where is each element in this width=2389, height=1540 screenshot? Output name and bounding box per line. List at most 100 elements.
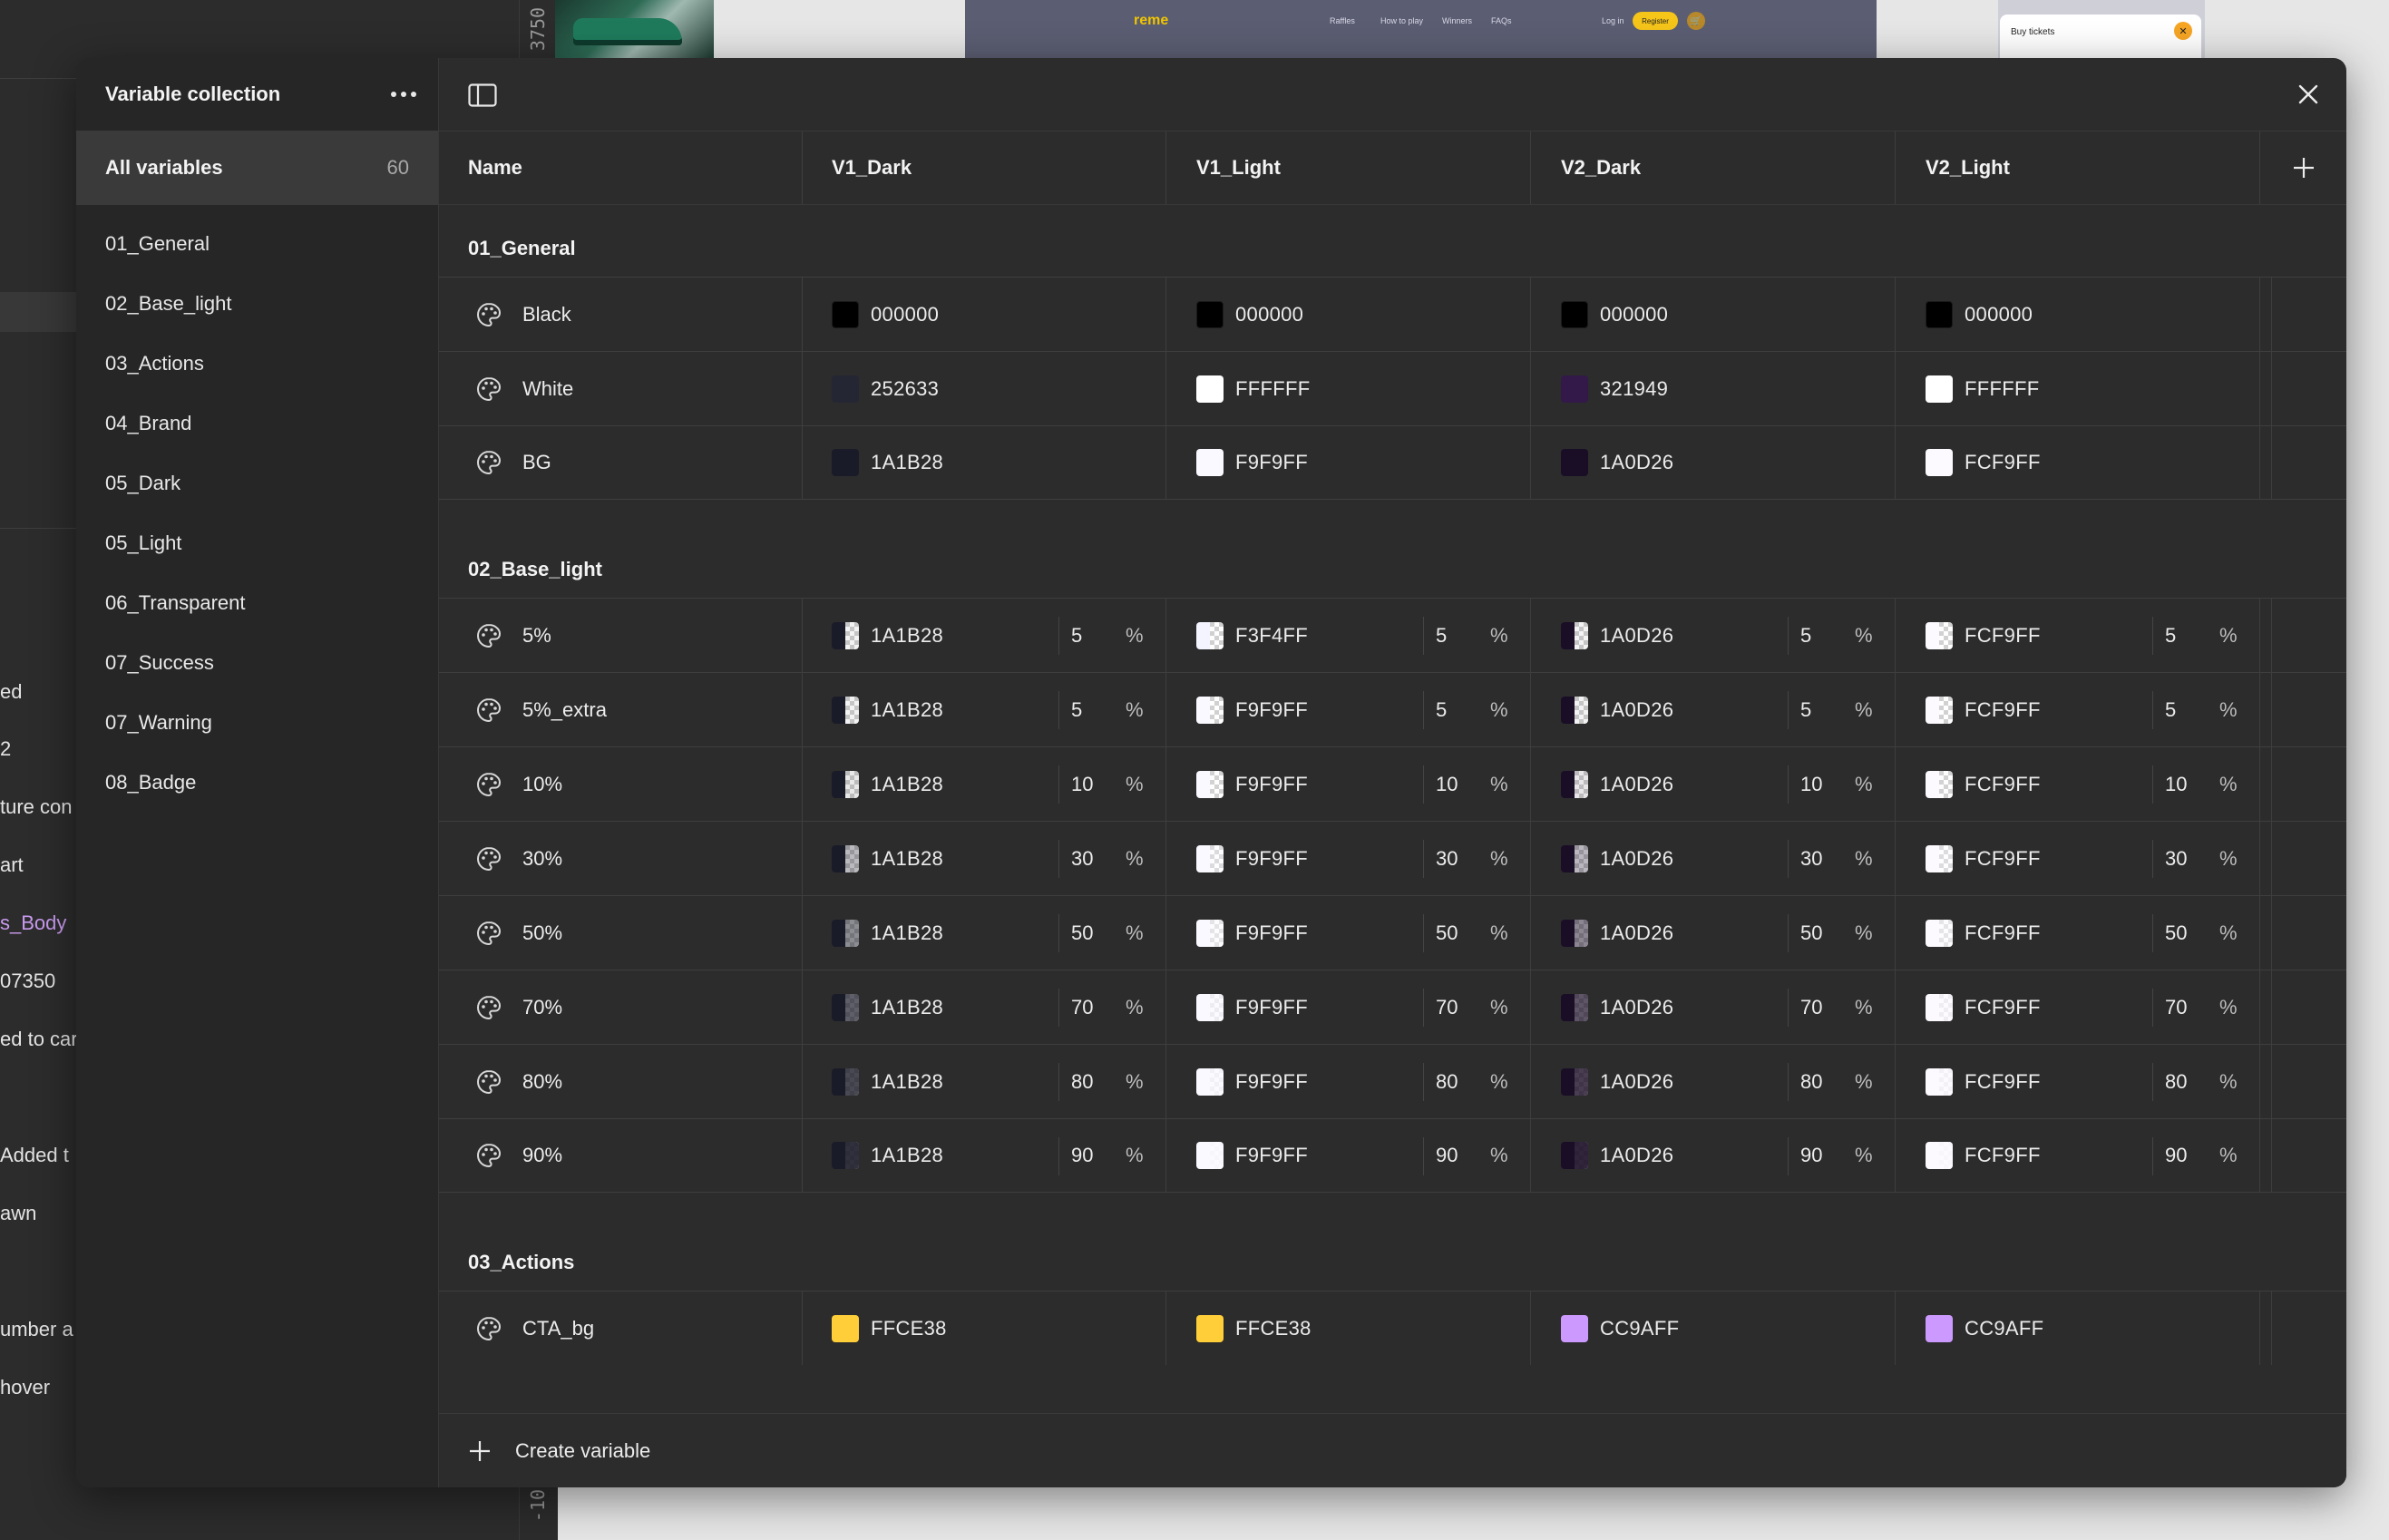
variable-value-cell[interactable]: FCF9FF 5%	[1897, 599, 2260, 672]
opacity-value[interactable]: 30	[2165, 847, 2187, 871]
variable-value-cell[interactable]: 1A0D26 70%	[1532, 970, 1896, 1044]
variable-value-cell[interactable]: 1A0D26	[1532, 426, 1896, 499]
add-mode-button[interactable]	[2261, 132, 2346, 204]
variable-name-cell[interactable]: Black	[439, 278, 803, 351]
variable-value-cell[interactable]: F9F9FF 50%	[1167, 896, 1531, 970]
sidebar-item-01-general[interactable]: 01_General	[76, 214, 438, 274]
variable-value-cell[interactable]: 1A0D26 5%	[1532, 599, 1896, 672]
hex-value[interactable]: F9F9FF	[1235, 1144, 1308, 1167]
sidebar-item-04-brand[interactable]: 04_Brand	[76, 394, 438, 453]
opacity-value[interactable]: 5	[1800, 624, 1811, 648]
hex-value[interactable]: F9F9FF	[1235, 921, 1308, 945]
variable-value-cell[interactable]: 1A1B28 5%	[803, 673, 1166, 746]
variable-name-cell[interactable]: CTA_bg	[439, 1291, 803, 1365]
hex-value[interactable]: 1A1B28	[871, 847, 943, 871]
variable-name-cell[interactable]: 10%	[439, 747, 803, 821]
variable-row[interactable]: CTA_bg FFCE38 FFCE38 CC9AFF CC9AFF	[439, 1291, 2346, 1365]
hex-value[interactable]: FCF9FF	[1965, 1070, 2041, 1094]
variable-name-cell[interactable]: 50%	[439, 896, 803, 970]
variable-value-cell[interactable]: FCF9FF 10%	[1897, 747, 2260, 821]
variable-value-cell[interactable]: 1A0D26 80%	[1532, 1045, 1896, 1118]
hex-value[interactable]: 252633	[871, 377, 939, 401]
color-swatch[interactable]	[1196, 1314, 1224, 1342]
hex-value[interactable]: 1A1B28	[871, 698, 943, 722]
variable-value-cell[interactable]: 1A1B28 50%	[803, 896, 1166, 970]
color-swatch[interactable]	[1561, 919, 1588, 947]
hex-value[interactable]: FFFFFF	[1965, 377, 2039, 401]
opacity-value[interactable]: 5	[2165, 624, 2176, 648]
variable-value-cell[interactable]: 1A1B28	[803, 426, 1166, 499]
hex-value[interactable]: 1A1B28	[871, 921, 943, 945]
opacity-value[interactable]: 30	[1800, 847, 1822, 871]
variable-name-cell[interactable]: 5%	[439, 599, 803, 672]
color-swatch[interactable]	[1926, 919, 1953, 947]
hex-value[interactable]: 1A0D26	[1600, 1070, 1673, 1094]
variable-value-cell[interactable]: FFCE38	[1167, 1291, 1531, 1365]
column-header-name[interactable]: Name	[439, 132, 803, 204]
variable-row[interactable]: 30% 1A1B28 30% F9F9FF 30% 1A0D26 30% FCF9FF 30%	[439, 821, 2346, 895]
variable-row[interactable]: 5%_extra 1A1B28 5% F9F9FF 5% 1A0D26 5% FCF9FF 5%	[439, 672, 2346, 746]
sidebar-item-02-base-light[interactable]: 02_Base_light	[76, 274, 438, 334]
column-header-v1-light[interactable]: V1_Light	[1167, 132, 1531, 204]
hex-value[interactable]: 000000	[1235, 303, 1303, 327]
hex-value[interactable]: FCF9FF	[1965, 451, 2041, 474]
hex-value[interactable]: F9F9FF	[1235, 773, 1308, 796]
color-swatch[interactable]	[1561, 449, 1588, 476]
hex-value[interactable]: FCF9FF	[1965, 773, 2041, 796]
opacity-value[interactable]: 10	[1800, 773, 1822, 796]
sidebar-item-05-dark[interactable]: 05_Dark	[76, 453, 438, 513]
hex-value[interactable]: CC9AFF	[1965, 1317, 2043, 1340]
opacity-value[interactable]: 80	[1436, 1070, 1458, 1094]
variable-name-cell[interactable]: 70%	[439, 970, 803, 1044]
sidebar-toggle-icon[interactable]	[468, 83, 497, 107]
opacity-value[interactable]: 70	[1071, 996, 1093, 1019]
variable-value-cell[interactable]: F3F4FF 5%	[1167, 599, 1531, 672]
color-swatch[interactable]	[832, 621, 859, 649]
variable-value-cell[interactable]: F9F9FF 10%	[1167, 747, 1531, 821]
hex-value[interactable]: 1A0D26	[1600, 451, 1673, 474]
hex-value[interactable]: 1A1B28	[871, 1144, 943, 1167]
hex-value[interactable]: FCF9FF	[1965, 698, 2041, 722]
hex-value[interactable]: FCF9FF	[1965, 996, 2041, 1019]
opacity-value[interactable]: 30	[1071, 847, 1093, 871]
hex-value[interactable]: F9F9FF	[1235, 1070, 1308, 1094]
hex-value[interactable]: FCF9FF	[1965, 921, 2041, 945]
variable-value-cell[interactable]: 000000	[1897, 278, 2260, 351]
sidebar-item-07-success[interactable]: 07_Success	[76, 633, 438, 693]
hex-value[interactable]: 1A0D26	[1600, 773, 1673, 796]
variable-row[interactable]: 90% 1A1B28 90% F9F9FF 90% 1A0D26 90% FCF9FF 90%	[439, 1118, 2346, 1193]
color-swatch[interactable]	[1196, 770, 1224, 798]
variable-value-cell[interactable]: FCF9FF 5%	[1897, 673, 2260, 746]
variable-row[interactable]: BG 1A1B28 F9F9FF 1A0D26 FCF9FF	[439, 425, 2346, 500]
opacity-value[interactable]: 70	[2165, 996, 2187, 1019]
variable-name-cell[interactable]: White	[439, 352, 803, 425]
color-swatch[interactable]	[1196, 1142, 1224, 1169]
variable-value-cell[interactable]: 1A0D26 50%	[1532, 896, 1896, 970]
variable-value-cell[interactable]: F9F9FF 30%	[1167, 822, 1531, 895]
color-swatch[interactable]	[832, 375, 859, 403]
hex-value[interactable]: 1A0D26	[1600, 1144, 1673, 1167]
variable-name-cell[interactable]: 80%	[439, 1045, 803, 1118]
variable-value-cell[interactable]: F9F9FF	[1167, 426, 1531, 499]
variable-value-cell[interactable]: 252633	[803, 352, 1166, 425]
hex-value[interactable]: FCF9FF	[1965, 1144, 2041, 1167]
hex-value[interactable]: FCF9FF	[1965, 847, 2041, 871]
variable-value-cell[interactable]: 000000	[1532, 278, 1896, 351]
hex-value[interactable]: F3F4FF	[1235, 624, 1308, 648]
variable-value-cell[interactable]: 321949	[1532, 352, 1896, 425]
variable-row[interactable]: White 252633 FFFFFF 321949 FFFFFF	[439, 351, 2346, 425]
hex-value[interactable]: F9F9FF	[1235, 996, 1308, 1019]
variable-row[interactable]: 10% 1A1B28 10% F9F9FF 10% 1A0D26 10% FCF9FF 10%	[439, 746, 2346, 821]
variable-value-cell[interactable]: 1A0D26 90%	[1532, 1119, 1896, 1192]
variable-value-cell[interactable]: F9F9FF 90%	[1167, 1119, 1531, 1192]
hex-value[interactable]: 1A1B28	[871, 773, 943, 796]
color-swatch[interactable]	[1196, 1067, 1224, 1096]
color-swatch[interactable]	[1196, 993, 1224, 1021]
color-swatch[interactable]	[1926, 770, 1953, 798]
color-swatch[interactable]	[832, 919, 859, 947]
variable-value-cell[interactable]: 1A1B28 10%	[803, 747, 1166, 821]
opacity-value[interactable]: 5	[1071, 624, 1082, 648]
color-swatch[interactable]	[1926, 696, 1953, 724]
color-swatch[interactable]	[1196, 621, 1224, 649]
color-swatch[interactable]	[832, 993, 859, 1021]
